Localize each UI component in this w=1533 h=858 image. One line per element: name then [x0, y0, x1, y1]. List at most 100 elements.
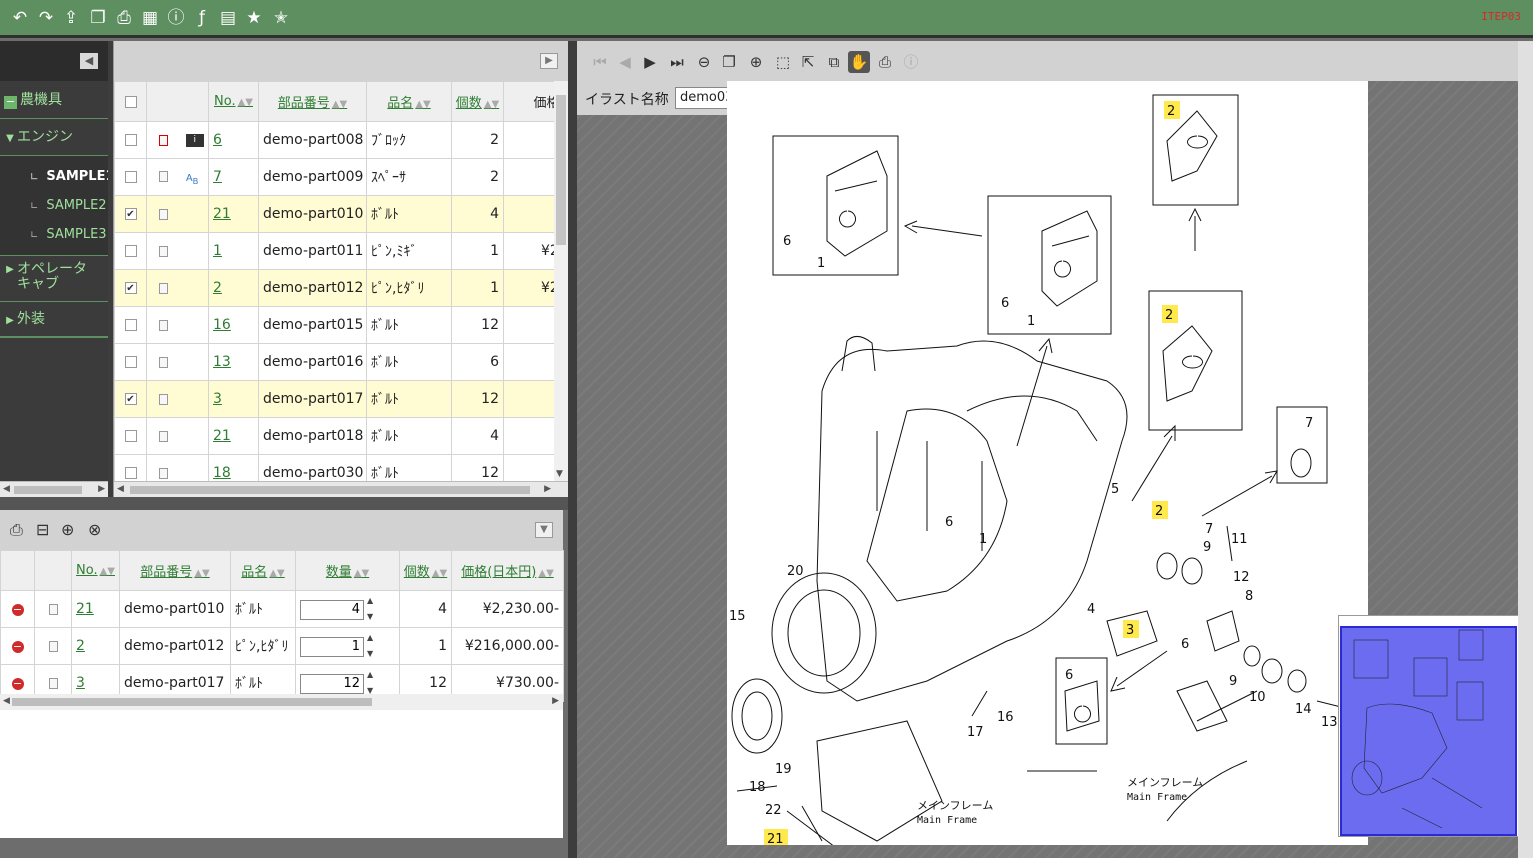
order-horizontal-scrollbar[interactable]: ◀ ▶ — [0, 694, 563, 710]
sidebar-horizontal-scrollbar[interactable]: ◀ ▶ — [0, 481, 108, 497]
illustration-minimap[interactable] — [1338, 615, 1519, 837]
part-no-link[interactable]: 3 — [213, 391, 222, 407]
callout-label[interactable]: 1 — [817, 256, 825, 271]
table-row[interactable]: 18 demo-part030ﾎﾞﾙﾄ12¥ — [114, 454, 555, 481]
next-page-icon[interactable]: ▶ — [639, 51, 661, 73]
ab-translate-icon[interactable]: AB — [186, 173, 199, 186]
callout-label[interactable]: 12 — [1233, 570, 1250, 585]
quantity-stepper[interactable]: ▲ ▼ — [367, 671, 373, 695]
callout-label[interactable]: 6 — [783, 234, 791, 249]
info-icon[interactable]: ⓘ — [165, 7, 187, 29]
document-icon[interactable] — [159, 245, 168, 257]
back-icon[interactable]: ↶ — [9, 7, 31, 29]
book-search-icon[interactable]: ▤ — [217, 7, 239, 29]
sidebar-item-sample1[interactable]: ∟ SAMPLE1 — [0, 162, 108, 191]
quantity-input[interactable] — [300, 636, 364, 657]
column-header-part-number[interactable]: 部品番号 ▲▼ — [119, 550, 231, 591]
table-row[interactable]: − 2 demo-part012ﾋﾟﾝ,ﾋﾀﾞﾘ ▲▼ 1¥216,000.00- — [0, 627, 564, 665]
category-operator-cab[interactable]: ▶ オペレータ キャブ — [0, 256, 108, 302]
callout-label[interactable]: 15 — [729, 609, 746, 624]
column-header-name[interactable]: 品名 ▲▼ — [366, 81, 452, 122]
minimap-viewport[interactable] — [1340, 626, 1517, 836]
callout-label[interactable]: 18 — [749, 780, 766, 795]
star-icon[interactable]: ★ — [243, 7, 265, 29]
document-icon[interactable] — [159, 430, 168, 442]
document-icon[interactable] — [159, 282, 168, 294]
document-icon[interactable] — [159, 134, 168, 146]
category-engine[interactable]: ▼ エンジン ∟ SAMPLE1 ∟ SAMPLE2 ∟ SAMPLE3 — [0, 119, 108, 256]
category-exterior[interactable]: ▶ 外装 — [0, 302, 108, 338]
basket-icon[interactable]: ⊟ — [36, 520, 49, 539]
copy-icon[interactable]: ❐ — [87, 7, 109, 29]
column-header-no[interactable]: No. ▲▼ — [208, 81, 259, 122]
row-checkbox[interactable]: ✔ — [124, 282, 137, 294]
document-icon[interactable] — [159, 208, 168, 220]
callout-label[interactable]: 20 — [787, 564, 804, 579]
part-no-link[interactable]: 2 — [76, 638, 85, 654]
callout-label[interactable]: 5 — [1111, 482, 1119, 497]
select-all-header[interactable] — [114, 81, 147, 122]
part-no-link[interactable]: 6 — [213, 132, 222, 148]
document-icon[interactable] — [48, 677, 58, 689]
remove-icon[interactable]: − — [11, 641, 24, 653]
part-no-link[interactable]: 2 — [213, 280, 222, 296]
document-icon[interactable] — [159, 171, 168, 182]
quantity-stepper[interactable]: ▲ ▼ — [367, 597, 373, 621]
document-icon[interactable] — [159, 319, 168, 331]
part-no-link[interactable]: 3 — [76, 675, 85, 691]
row-checkbox[interactable] — [124, 171, 137, 183]
zoom-in-icon[interactable]: ⊕ — [745, 51, 767, 73]
parts-horizontal-scrollbar[interactable]: ◀ ▶ — [114, 481, 569, 497]
part-no-link[interactable]: 21 — [76, 601, 94, 617]
row-checkbox[interactable]: ✔ — [124, 208, 137, 220]
document-icon[interactable] — [159, 467, 168, 479]
main-splitter[interactable] — [568, 41, 577, 858]
sidebar-item-sample2[interactable]: ∟ SAMPLE2 — [0, 191, 108, 220]
table-row[interactable]: ✔ 21 demo-part010ﾎﾞﾙﾄ4¥2,2 — [114, 195, 555, 233]
row-checkbox[interactable] — [124, 319, 137, 331]
callout-label[interactable]: 13 — [1321, 715, 1338, 730]
callout-label[interactable]: 2 — [1155, 504, 1163, 519]
upload-icon[interactable]: ⇪ — [60, 7, 82, 29]
first-page-icon[interactable]: ⏮ — [589, 51, 611, 73]
column-header-count[interactable]: 個数 ▲▼ — [451, 81, 504, 122]
clear-list-icon[interactable]: ⊗ — [88, 520, 101, 539]
column-header-part-number[interactable]: 部品番号 ▲▼ — [258, 81, 367, 122]
remove-icon[interactable]: − — [11, 678, 24, 690]
select-cursor-icon[interactable]: ⇱ — [797, 51, 819, 73]
print-icon[interactable]: ⎙ — [113, 7, 135, 29]
part-no-link[interactable]: 21 — [213, 206, 231, 222]
document-icon[interactable] — [48, 640, 58, 652]
quantity-input[interactable] — [300, 599, 364, 620]
table-row[interactable]: 13 demo-part016ﾎﾞﾙﾄ6¥ — [114, 343, 555, 381]
category-farm-machinery[interactable]: − 農機具 — [0, 81, 108, 119]
column-header-quantity[interactable]: 数量 ▲▼ — [295, 550, 400, 591]
table-row[interactable]: − 21 demo-part010ﾎﾞﾙﾄ ▲▼ 4¥2,230.00- — [0, 590, 564, 628]
fn-icon[interactable]: ƒ — [191, 7, 213, 29]
remove-icon[interactable]: − — [11, 604, 24, 616]
part-no-link[interactable]: 13 — [213, 354, 231, 370]
callout-label[interactable]: 3 — [1126, 623, 1134, 638]
row-checkbox[interactable] — [124, 134, 137, 146]
column-header-no[interactable]: No. ▲▼ — [71, 550, 120, 591]
part-no-link[interactable]: 18 — [213, 465, 231, 481]
illustration-vertical-scrollbar[interactable] — [1518, 41, 1533, 858]
pan-hand-icon[interactable]: ✋ — [848, 51, 870, 73]
forward-icon[interactable]: ↷ — [35, 7, 57, 29]
prev-page-icon[interactable]: ◀ — [614, 51, 636, 73]
sidebar-item-sample3[interactable]: ∟ SAMPLE3 — [0, 220, 108, 249]
callout-label[interactable]: 14 — [1295, 702, 1312, 717]
info-icon[interactable]: ⓘ — [900, 51, 922, 73]
table-row[interactable]: i6 demo-part008ﾌﾞﾛｯｸ2¥ — [114, 121, 555, 159]
select-all-checkbox[interactable] — [124, 95, 137, 108]
order-panel-collapse-button[interactable]: ▼ — [535, 522, 553, 538]
document-icon[interactable] — [159, 356, 168, 368]
table-row[interactable]: 1demo-part011ﾋﾟﾝ,ﾐｷﾞ1¥255,0 — [114, 232, 555, 270]
callout-label[interactable]: 10 — [1249, 690, 1266, 705]
part-no-link[interactable]: 16 — [213, 317, 231, 333]
callout-label[interactable]: 16 — [997, 710, 1014, 725]
callout-label[interactable]: 7 — [1205, 522, 1213, 537]
quantity-stepper[interactable]: ▲ ▼ — [367, 634, 373, 658]
print-icon[interactable]: ⎙ — [10, 520, 23, 540]
table-row[interactable]: ✔ 2 demo-part012ﾋﾟﾝ,ﾋﾀﾞﾘ1¥216,0 — [114, 269, 555, 307]
